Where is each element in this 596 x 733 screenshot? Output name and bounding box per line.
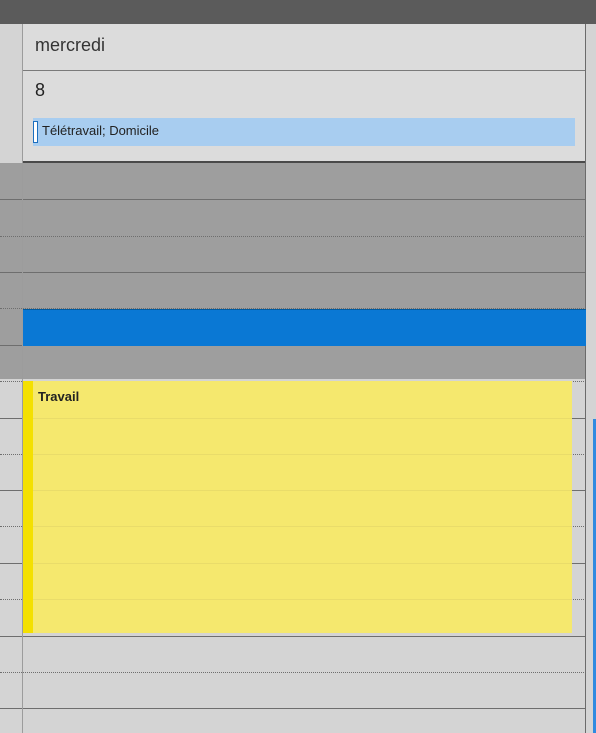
right-grid-border: [585, 24, 586, 733]
event-slot-line: [33, 418, 572, 419]
event-title: Travail: [38, 389, 80, 404]
hour-line: [0, 199, 586, 200]
window-top-bar: [0, 0, 596, 24]
selected-time-slot[interactable]: [23, 309, 586, 346]
hour-line: [0, 272, 586, 273]
day-number-label: 8: [35, 80, 46, 100]
hour-line: [0, 636, 586, 637]
time-slot[interactable]: [0, 235, 586, 271]
date-header[interactable]: 8 Télétravail; Domicile: [23, 71, 585, 163]
event-slot-line: [33, 490, 572, 491]
event-slot-line: [33, 526, 572, 527]
time-slot[interactable]: [0, 343, 586, 379]
time-slot[interactable]: [0, 271, 586, 307]
day-header[interactable]: mercredi: [23, 24, 585, 71]
half-hour-line: [0, 236, 586, 237]
all-day-event[interactable]: Télétravail; Domicile: [33, 118, 575, 146]
event-travail[interactable]: Travail: [23, 381, 572, 633]
time-slot[interactable]: [0, 199, 586, 235]
time-slot[interactable]: [0, 163, 586, 199]
hour-line: [0, 708, 586, 709]
event-accent-bar: [23, 381, 33, 633]
event-slot-line: [33, 599, 572, 600]
event-slot-line: [33, 563, 572, 564]
half-hour-line: [0, 672, 586, 673]
all-day-event-label: Télétravail; Domicile: [42, 123, 160, 138]
event-slot-line: [33, 454, 572, 455]
all-day-event-marker: [33, 121, 38, 143]
day-name-label: mercredi: [35, 35, 106, 55]
